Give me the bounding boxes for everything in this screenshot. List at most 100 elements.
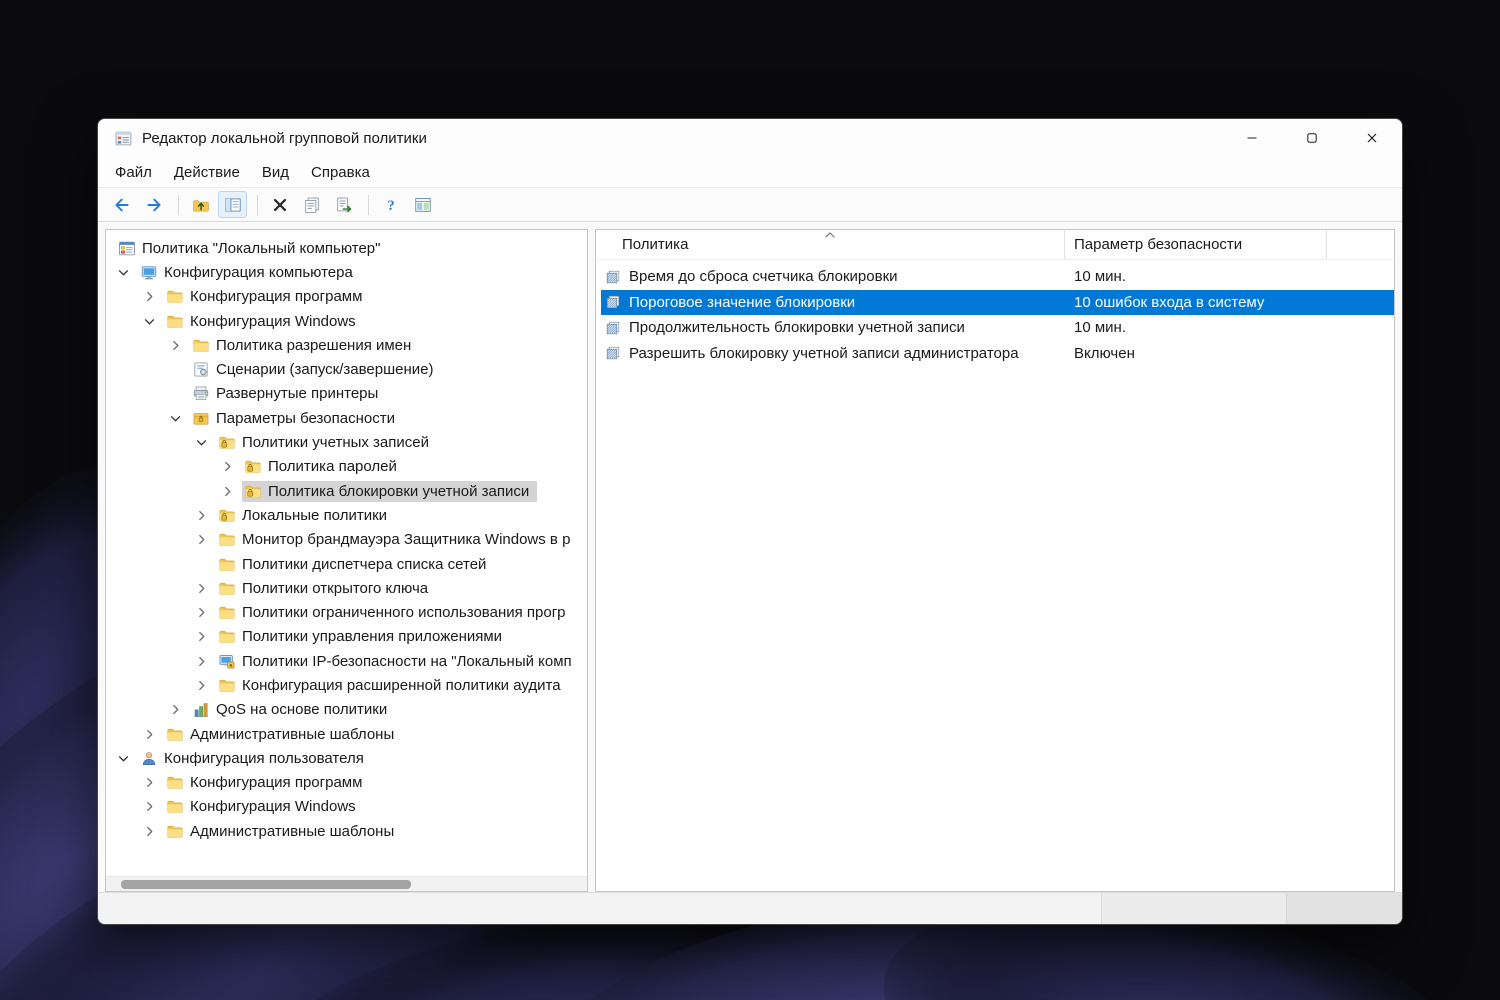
column-header-security-setting[interactable]: Параметр безопасности xyxy=(1065,230,1327,259)
delete-button[interactable] xyxy=(265,191,294,218)
title-bar[interactable]: Редактор локальной групповой политики xyxy=(98,119,1402,157)
toolbar-separator xyxy=(368,194,369,215)
tree-horizontal-scrollbar[interactable] xyxy=(106,876,587,891)
pane-splitter[interactable] xyxy=(588,229,595,892)
export-list-button[interactable] xyxy=(329,191,358,218)
console-root-icon xyxy=(118,240,136,257)
policy-row[interactable]: Время до сброса счетчика блокировки 10 ми… xyxy=(601,264,1394,290)
content-area: Политика "Локальный компьютер" Конфигурац… xyxy=(98,222,1402,892)
tree-item-label: Политики открытого ключа xyxy=(242,579,429,597)
tree-item[interactable]: Параметры безопасности xyxy=(106,406,587,430)
chevron-collapsed-icon[interactable] xyxy=(194,653,216,670)
policy-row[interactable]: Разрешить блокировку учетной записи адми… xyxy=(601,341,1394,367)
folder-lock-icon xyxy=(244,483,262,500)
chevron-collapsed-icon[interactable] xyxy=(194,507,216,524)
folder-icon xyxy=(218,580,236,597)
tree-item-content: Локальные политики xyxy=(216,505,395,526)
close-button[interactable] xyxy=(1342,119,1402,157)
tree-item[interactable]: Политики ограниченного использования про… xyxy=(106,600,587,624)
menu-item-4[interactable]: Справка xyxy=(300,161,381,184)
tree-item[interactable]: Политика "Локальный компьютер" xyxy=(106,236,587,260)
folder-icon xyxy=(218,604,236,621)
properties-button[interactable] xyxy=(297,191,326,218)
tree-item[interactable]: Политика разрешения имен xyxy=(106,333,587,357)
tree-item[interactable]: Развернутые принтеры xyxy=(106,382,587,406)
show-console-tree-button[interactable] xyxy=(218,191,247,218)
policy-value-cell: Включен xyxy=(1065,345,1327,362)
tree-item[interactable]: Конфигурация расширенной политики аудита xyxy=(106,673,587,697)
column-header-policy[interactable]: Политика xyxy=(596,230,1065,259)
chevron-collapsed-icon[interactable] xyxy=(194,628,216,645)
chevron-expanded-icon[interactable] xyxy=(194,434,216,451)
chevron-collapsed-icon[interactable] xyxy=(142,726,164,743)
tree-item[interactable]: Конфигурация пользователя xyxy=(106,746,587,770)
policy-row[interactable]: Продолжительность блокировки учетной зап… xyxy=(601,315,1394,341)
menu-item-3[interactable]: Вид xyxy=(251,161,300,184)
tree-item[interactable]: Административные шаблоны xyxy=(106,819,587,843)
chevron-collapsed-icon[interactable] xyxy=(168,337,190,354)
tree-item[interactable]: Сценарии (запуск/завершение) xyxy=(106,357,587,381)
status-bar xyxy=(98,892,1402,924)
mmc-app-icon xyxy=(115,130,132,147)
chevron-expanded-icon[interactable] xyxy=(116,264,138,281)
tree-item[interactable]: Административные шаблоны xyxy=(106,722,587,746)
tree-item-content: Конфигурация Windows xyxy=(164,311,364,332)
chevron-collapsed-icon[interactable] xyxy=(220,483,242,500)
policy-name: Продолжительность блокировки учетной зап… xyxy=(629,319,965,337)
tree-item[interactable]: Политики открытого ключа xyxy=(106,576,587,600)
tree-item[interactable]: Локальные политики xyxy=(106,503,587,527)
chevron-collapsed-icon[interactable] xyxy=(194,580,216,597)
tree-item-label: Монитор брандмауэра Защитника Windows в … xyxy=(242,531,571,549)
chevron-expanded-icon[interactable] xyxy=(142,313,164,330)
chevron-collapsed-icon[interactable] xyxy=(194,604,216,621)
tree-item[interactable]: Политика паролей xyxy=(106,455,587,479)
maximize-button[interactable] xyxy=(1282,119,1342,157)
chevron-collapsed-icon[interactable] xyxy=(142,774,164,791)
back-button[interactable] xyxy=(107,191,136,218)
up-one-level-button[interactable] xyxy=(186,191,215,218)
tree-item[interactable]: Монитор брандмауэра Защитника Windows в … xyxy=(106,528,587,552)
console-tree: Политика "Локальный компьютер" Конфигурац… xyxy=(106,230,587,876)
tree-item[interactable]: Политики управления приложениями xyxy=(106,625,587,649)
svg-text:?: ? xyxy=(387,198,394,214)
folder-lock-icon xyxy=(218,434,236,451)
chevron-collapsed-icon[interactable] xyxy=(142,288,164,305)
menu-item-1[interactable]: Файл xyxy=(104,161,163,184)
chevron-collapsed-icon[interactable] xyxy=(220,458,242,475)
chevron-collapsed-icon[interactable] xyxy=(194,531,216,548)
tree-item[interactable]: Конфигурация программ xyxy=(106,285,587,309)
tree-item[interactable]: Политики IP-безопасности на "Локальный к… xyxy=(106,649,587,673)
policy-row[interactable]: Пороговое значение блокировки 10 ошибок в… xyxy=(601,289,1394,315)
tree-item-content: Политики управления приложениями xyxy=(216,626,510,647)
tree-item[interactable]: Конфигурация Windows xyxy=(106,309,587,333)
chevron-expanded-icon[interactable] xyxy=(168,410,190,427)
policy-value-cell: 10 мин. xyxy=(1065,319,1327,336)
policy-value: 10 мин. xyxy=(1074,268,1126,286)
forward-button[interactable] xyxy=(139,191,168,218)
tree-item[interactable]: QoS на основе политики xyxy=(106,698,587,722)
tree-item[interactable]: Политики диспетчера списка сетей xyxy=(106,552,587,576)
tree-item[interactable]: Политики учетных записей xyxy=(106,430,587,454)
help-button[interactable]: ? xyxy=(376,191,405,218)
folder-icon xyxy=(166,774,184,791)
tree-item-content: Монитор брандмауэра Защитника Windows в … xyxy=(216,529,578,550)
chevron-collapsed-icon[interactable] xyxy=(142,798,164,815)
tree-item[interactable]: Конфигурация Windows xyxy=(106,795,587,819)
tree-item[interactable]: Конфигурация программ xyxy=(106,771,587,795)
menu-item-2[interactable]: Действие xyxy=(163,161,251,184)
chevron-collapsed-icon[interactable] xyxy=(168,701,190,718)
tree-item[interactable]: Политика блокировки учетной записи xyxy=(106,479,587,503)
tree-item[interactable]: Конфигурация компьютера xyxy=(106,260,587,284)
tree-item-content: Политика блокировки учетной записи xyxy=(242,480,538,502)
window-title: Редактор локальной групповой политики xyxy=(142,129,427,147)
toolbar-separator xyxy=(178,194,179,215)
chevron-expanded-icon[interactable] xyxy=(116,750,138,767)
chevron-collapsed-icon[interactable] xyxy=(142,823,164,840)
minimize-button[interactable] xyxy=(1222,119,1282,157)
tree-item-content: Конфигурация программ xyxy=(164,772,370,793)
chevron-collapsed-icon[interactable] xyxy=(194,677,216,694)
tree-item-label: Конфигурация пользователя xyxy=(164,749,364,767)
extended-view-button[interactable] xyxy=(408,191,437,218)
policy-list-pane: Политика Параметр безопасности Время до … xyxy=(595,229,1395,892)
scrollbar-thumb[interactable] xyxy=(121,880,411,889)
